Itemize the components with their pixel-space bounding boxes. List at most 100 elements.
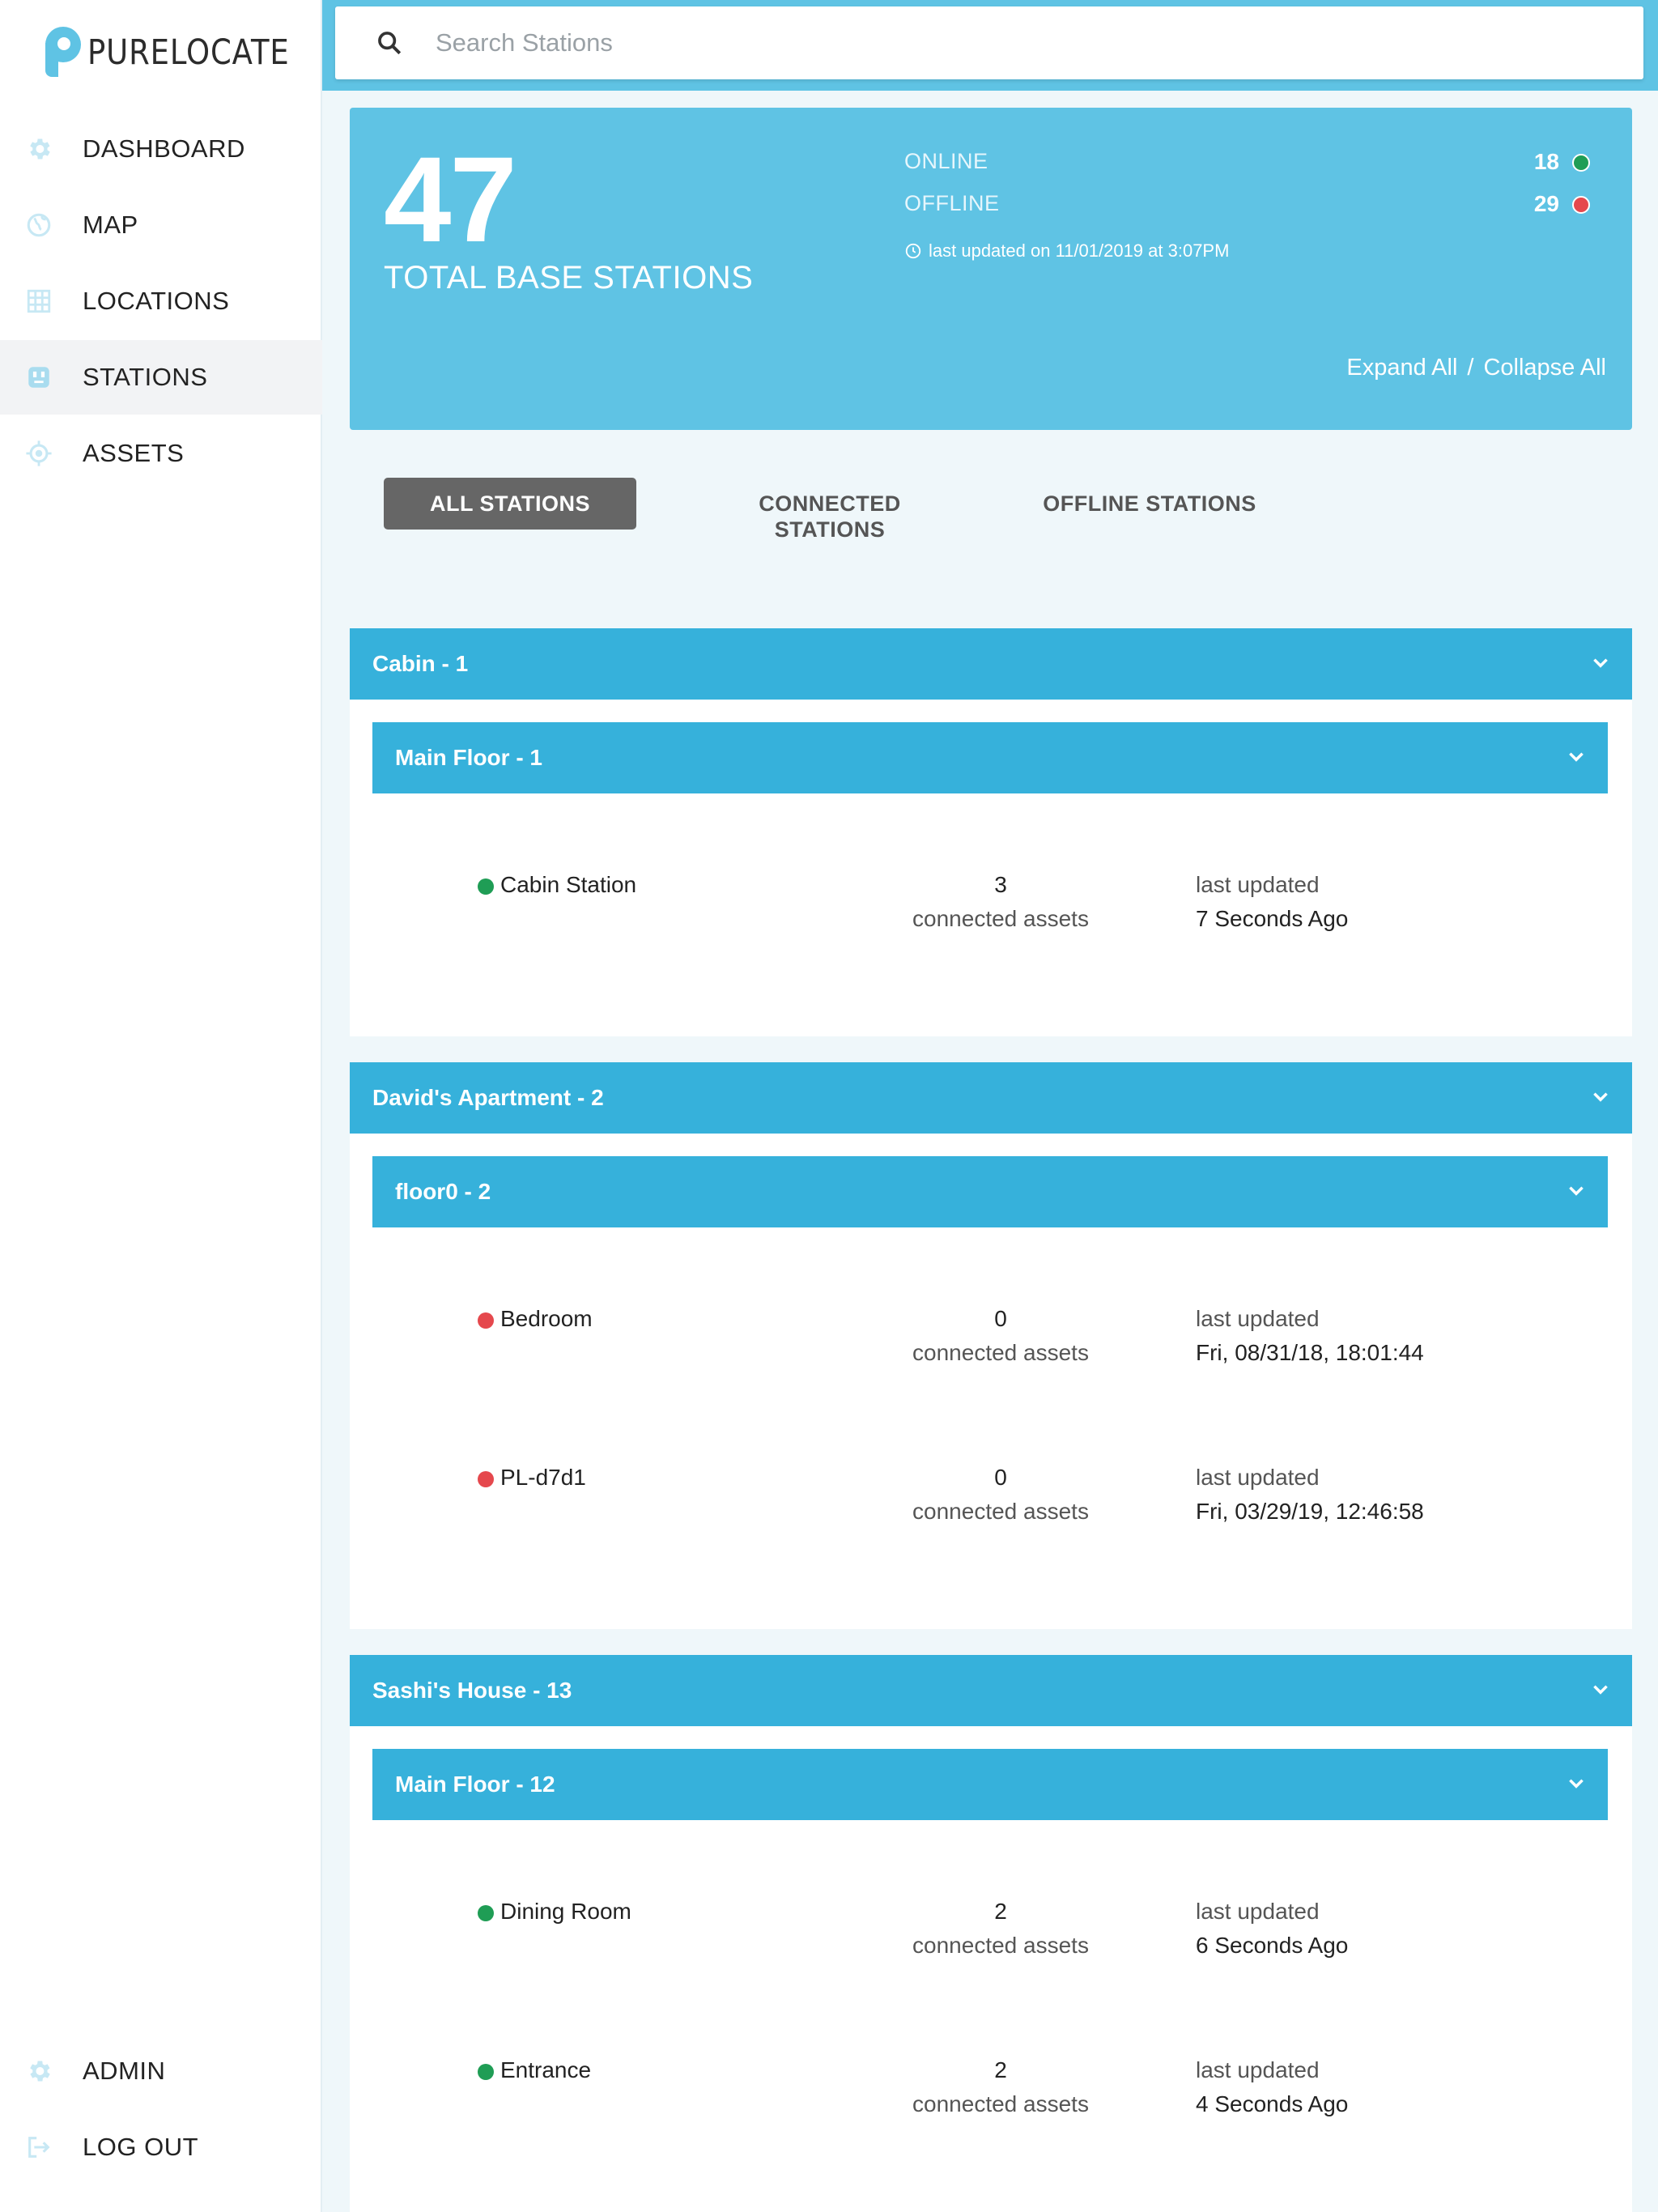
station-row[interactable]: Dining Room 2 connected assets last upda… <box>350 1899 1632 1996</box>
sidebar-item-admin[interactable]: ADMIN <box>0 2034 322 2108</box>
sidebar-item-map[interactable]: MAP <box>0 188 322 262</box>
last-updated: last updated on 11/01/2019 at 3:07PM <box>904 240 1229 262</box>
station-name: Bedroom <box>500 1306 593 1331</box>
online-status-dot <box>478 2064 494 2080</box>
connected-count-label: connected assets <box>912 2091 1089 2116</box>
station-icon <box>24 363 53 392</box>
globe-icon <box>24 211 53 240</box>
last-updated-value: Fri, 08/31/18, 18:01:44 <box>1196 1340 1424 1365</box>
floor-header[interactable]: Main Floor - 1 <box>372 722 1608 793</box>
chevron-down-icon[interactable] <box>1566 1773 1587 1794</box>
search-icon <box>378 32 402 55</box>
online-count: 18 <box>1533 149 1559 174</box>
station-row[interactable]: Entrance 2 connected assets last updated… <box>350 2057 1632 2155</box>
last-updated-label: last updated <box>1196 2057 1320 2082</box>
chevron-down-icon[interactable] <box>1566 1180 1587 1202</box>
sidebar-item-label: LOG OUT <box>83 2133 199 2161</box>
last-updated-value: 7 Seconds Ago <box>1196 906 1349 931</box>
chevron-down-icon[interactable] <box>1590 1679 1611 1700</box>
logout-icon <box>24 2133 53 2162</box>
sidebar-item-label: DASHBOARD <box>83 134 245 163</box>
sidebar-item-label: STATIONS <box>83 363 208 391</box>
online-status-dot <box>478 878 494 895</box>
floor-title: Main Floor - 12 <box>395 1772 555 1797</box>
search-box[interactable] <box>335 6 1643 79</box>
last-updated-value: 4 Seconds Ago <box>1196 2091 1349 2116</box>
online-label: ONLINE <box>904 149 988 173</box>
logo-pin-icon <box>45 27 81 79</box>
search-input[interactable] <box>436 21 1618 65</box>
sidebar-item-label: LOCATIONS <box>83 287 230 315</box>
connected-count: 2 <box>994 1899 1007 1924</box>
floor-header[interactable]: floor0 - 2 <box>372 1156 1608 1227</box>
location-header[interactable]: Cabin - 1 <box>350 628 1632 700</box>
connected-count-label: connected assets <box>912 906 1089 931</box>
connected-count-label: connected assets <box>912 1933 1089 1958</box>
connected-count-label: connected assets <box>912 1340 1089 1365</box>
sidebar-item-dashboard[interactable]: DASHBOARD <box>0 112 322 186</box>
chevron-down-icon[interactable] <box>1590 1087 1611 1108</box>
offline-status-dot <box>478 1471 494 1487</box>
sidebar-item-label: MAP <box>83 211 138 239</box>
sidebar-item-locations[interactable]: LOCATIONS <box>0 264 322 338</box>
last-updated-text: last updated on 11/01/2019 at 3:07PM <box>929 240 1230 261</box>
tab-connected-stations[interactable]: CONNECTED STATIONS <box>733 491 927 542</box>
connected-count: 0 <box>994 1306 1007 1331</box>
chevron-down-icon[interactable] <box>1590 653 1611 674</box>
online-status-dot <box>1572 154 1590 172</box>
search-bar <box>322 0 1658 91</box>
connected-count: 2 <box>994 2057 1007 2082</box>
total-stations-count: 47 <box>384 131 517 267</box>
location-title: Cabin - 1 <box>372 651 469 676</box>
offline-status-dot <box>1572 196 1590 214</box>
connected-count: 0 <box>994 1465 1007 1490</box>
last-updated-value: 6 Seconds Ago <box>1196 1933 1349 1958</box>
sidebar-item-assets[interactable]: ASSETS <box>0 416 322 491</box>
last-updated-label: last updated <box>1196 1465 1320 1490</box>
station-row[interactable]: Cabin Station 3 connected assets last up… <box>350 872 1632 969</box>
target-icon <box>24 439 53 468</box>
floor-header[interactable]: Main Floor - 12 <box>372 1749 1608 1820</box>
brand-name: PURELOCATE <box>87 32 290 73</box>
station-row[interactable]: PL-d7d1 0 connected assets last updated … <box>350 1465 1632 1562</box>
sidebar-item-label: ASSETS <box>83 439 185 467</box>
station-row[interactable]: Bedroom 0 connected assets last updated … <box>350 1306 1632 1403</box>
logo[interactable]: PURELOCATE <box>45 24 322 81</box>
sidebar-item-stations[interactable]: STATIONS <box>0 340 322 415</box>
tab-all-stations[interactable]: ALL STATIONS <box>384 478 636 530</box>
summary-card: 47 TOTAL BASE STATIONS ONLINE 18 OFFLINE… <box>350 108 1632 430</box>
gear-icon <box>24 2057 53 2086</box>
last-updated-label: last updated <box>1196 1306 1320 1331</box>
station-name: Dining Room <box>500 1899 631 1924</box>
offline-status-dot <box>478 1312 494 1329</box>
clock-icon <box>905 243 921 259</box>
offline-label: OFFLINE <box>904 191 1000 215</box>
location-title: Sashi's House - 13 <box>372 1678 572 1703</box>
gear-icon <box>24 134 53 164</box>
last-updated-label: last updated <box>1196 872 1320 897</box>
last-updated-value: Fri, 03/29/19, 12:46:58 <box>1196 1499 1424 1524</box>
sidebar-item-logout[interactable]: LOG OUT <box>0 2110 322 2184</box>
total-stations-label: TOTAL BASE STATIONS <box>384 260 754 296</box>
expand-collapse-controls: Expand All / Collapse All <box>1346 355 1606 381</box>
offline-count: 29 <box>1533 191 1559 216</box>
connected-count: 3 <box>994 872 1007 897</box>
station-name: Entrance <box>500 2057 592 2082</box>
location-header[interactable]: David's Apartment - 2 <box>350 1062 1632 1134</box>
sidebar: PURELOCATE DASHBOARD MAP LOCATIONS STATI… <box>0 0 322 2212</box>
chevron-down-icon[interactable] <box>1566 747 1587 768</box>
location-title: David's Apartment - 2 <box>372 1085 604 1110</box>
floor-title: floor0 - 2 <box>395 1179 491 1204</box>
station-name: Cabin Station <box>500 872 637 897</box>
location-header[interactable]: Sashi's House - 13 <box>350 1655 1632 1726</box>
separator: / <box>1467 355 1474 381</box>
online-status-dot <box>478 1905 494 1921</box>
last-updated-label: last updated <box>1196 1899 1320 1924</box>
collapse-all-link[interactable]: Collapse All <box>1483 355 1606 381</box>
floor-title: Main Floor - 1 <box>395 745 542 770</box>
grid-icon <box>24 287 53 316</box>
tab-offline-stations[interactable]: OFFLINE STATIONS <box>1036 491 1263 517</box>
connected-count-label: connected assets <box>912 1499 1089 1524</box>
sidebar-item-label: ADMIN <box>83 2057 166 2085</box>
expand-all-link[interactable]: Expand All <box>1346 355 1457 381</box>
